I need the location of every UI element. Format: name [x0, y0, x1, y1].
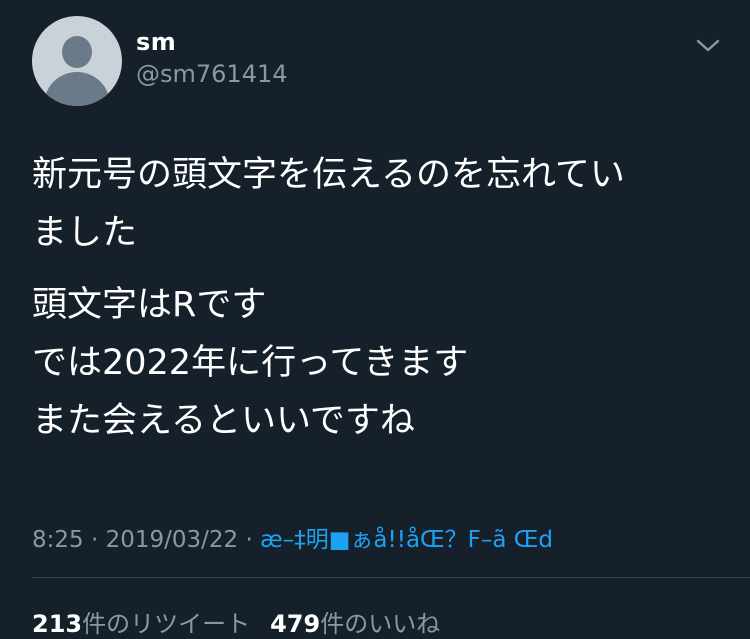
meta-separator: ·	[238, 527, 261, 553]
retweets-count: 213	[32, 610, 83, 638]
tweet-paragraph-2: 頭文字はRです では2022年に行ってきます また会えるといいですね	[32, 276, 722, 450]
default-profile-icon	[62, 36, 92, 68]
tweet-meta: 8:25 · 2019/03/22 · æ–‡明■ぁå!!åŒ？F–ã Œd	[32, 520, 553, 554]
tweet-source-link[interactable]: æ–‡明■ぁå!!åŒ？F–ã Œd	[260, 527, 553, 553]
user-handle[interactable]: @sm761414	[136, 60, 288, 88]
tweet-line: ました	[32, 213, 138, 253]
likes-stat[interactable]: 479件のいいね	[270, 610, 440, 638]
default-profile-icon-body	[44, 72, 110, 106]
retweets-stat[interactable]: 213件のリツイート	[32, 610, 250, 638]
tweet-card: sm @sm761414 新元号の頭文字を伝えるのを忘れてい ました 頭文字はR…	[0, 0, 750, 638]
tweet-time[interactable]: 8:25	[32, 527, 84, 553]
retweets-label: 件のリツイート	[82, 610, 251, 638]
tweet-paragraph-1: 新元号の頭文字を伝えるのを忘れてい ました	[32, 146, 722, 262]
tweet-text: 新元号の頭文字を伝えるのを忘れてい ました 頭文字はRです では2022年に行っ…	[32, 146, 722, 450]
tweet-line: 新元号の頭文字を伝えるのを忘れてい	[32, 155, 625, 195]
chevron-down-icon[interactable]	[696, 36, 720, 56]
tweet-line: また会えるといいですね	[32, 401, 415, 441]
tweet-line: 頭文字はRです	[32, 285, 267, 325]
display-name[interactable]: sm	[136, 28, 176, 56]
tweet-line: では2022年に行ってきます	[32, 343, 469, 383]
tweet-stats: 213件のリツイート 479件のいいね	[32, 604, 440, 639]
likes-count: 479	[270, 610, 321, 638]
avatar[interactable]	[32, 16, 122, 106]
tweet-date[interactable]: 2019/03/22	[106, 527, 239, 553]
divider	[32, 577, 750, 578]
likes-label: 件のいいね	[320, 610, 441, 638]
meta-separator: ·	[83, 527, 106, 553]
